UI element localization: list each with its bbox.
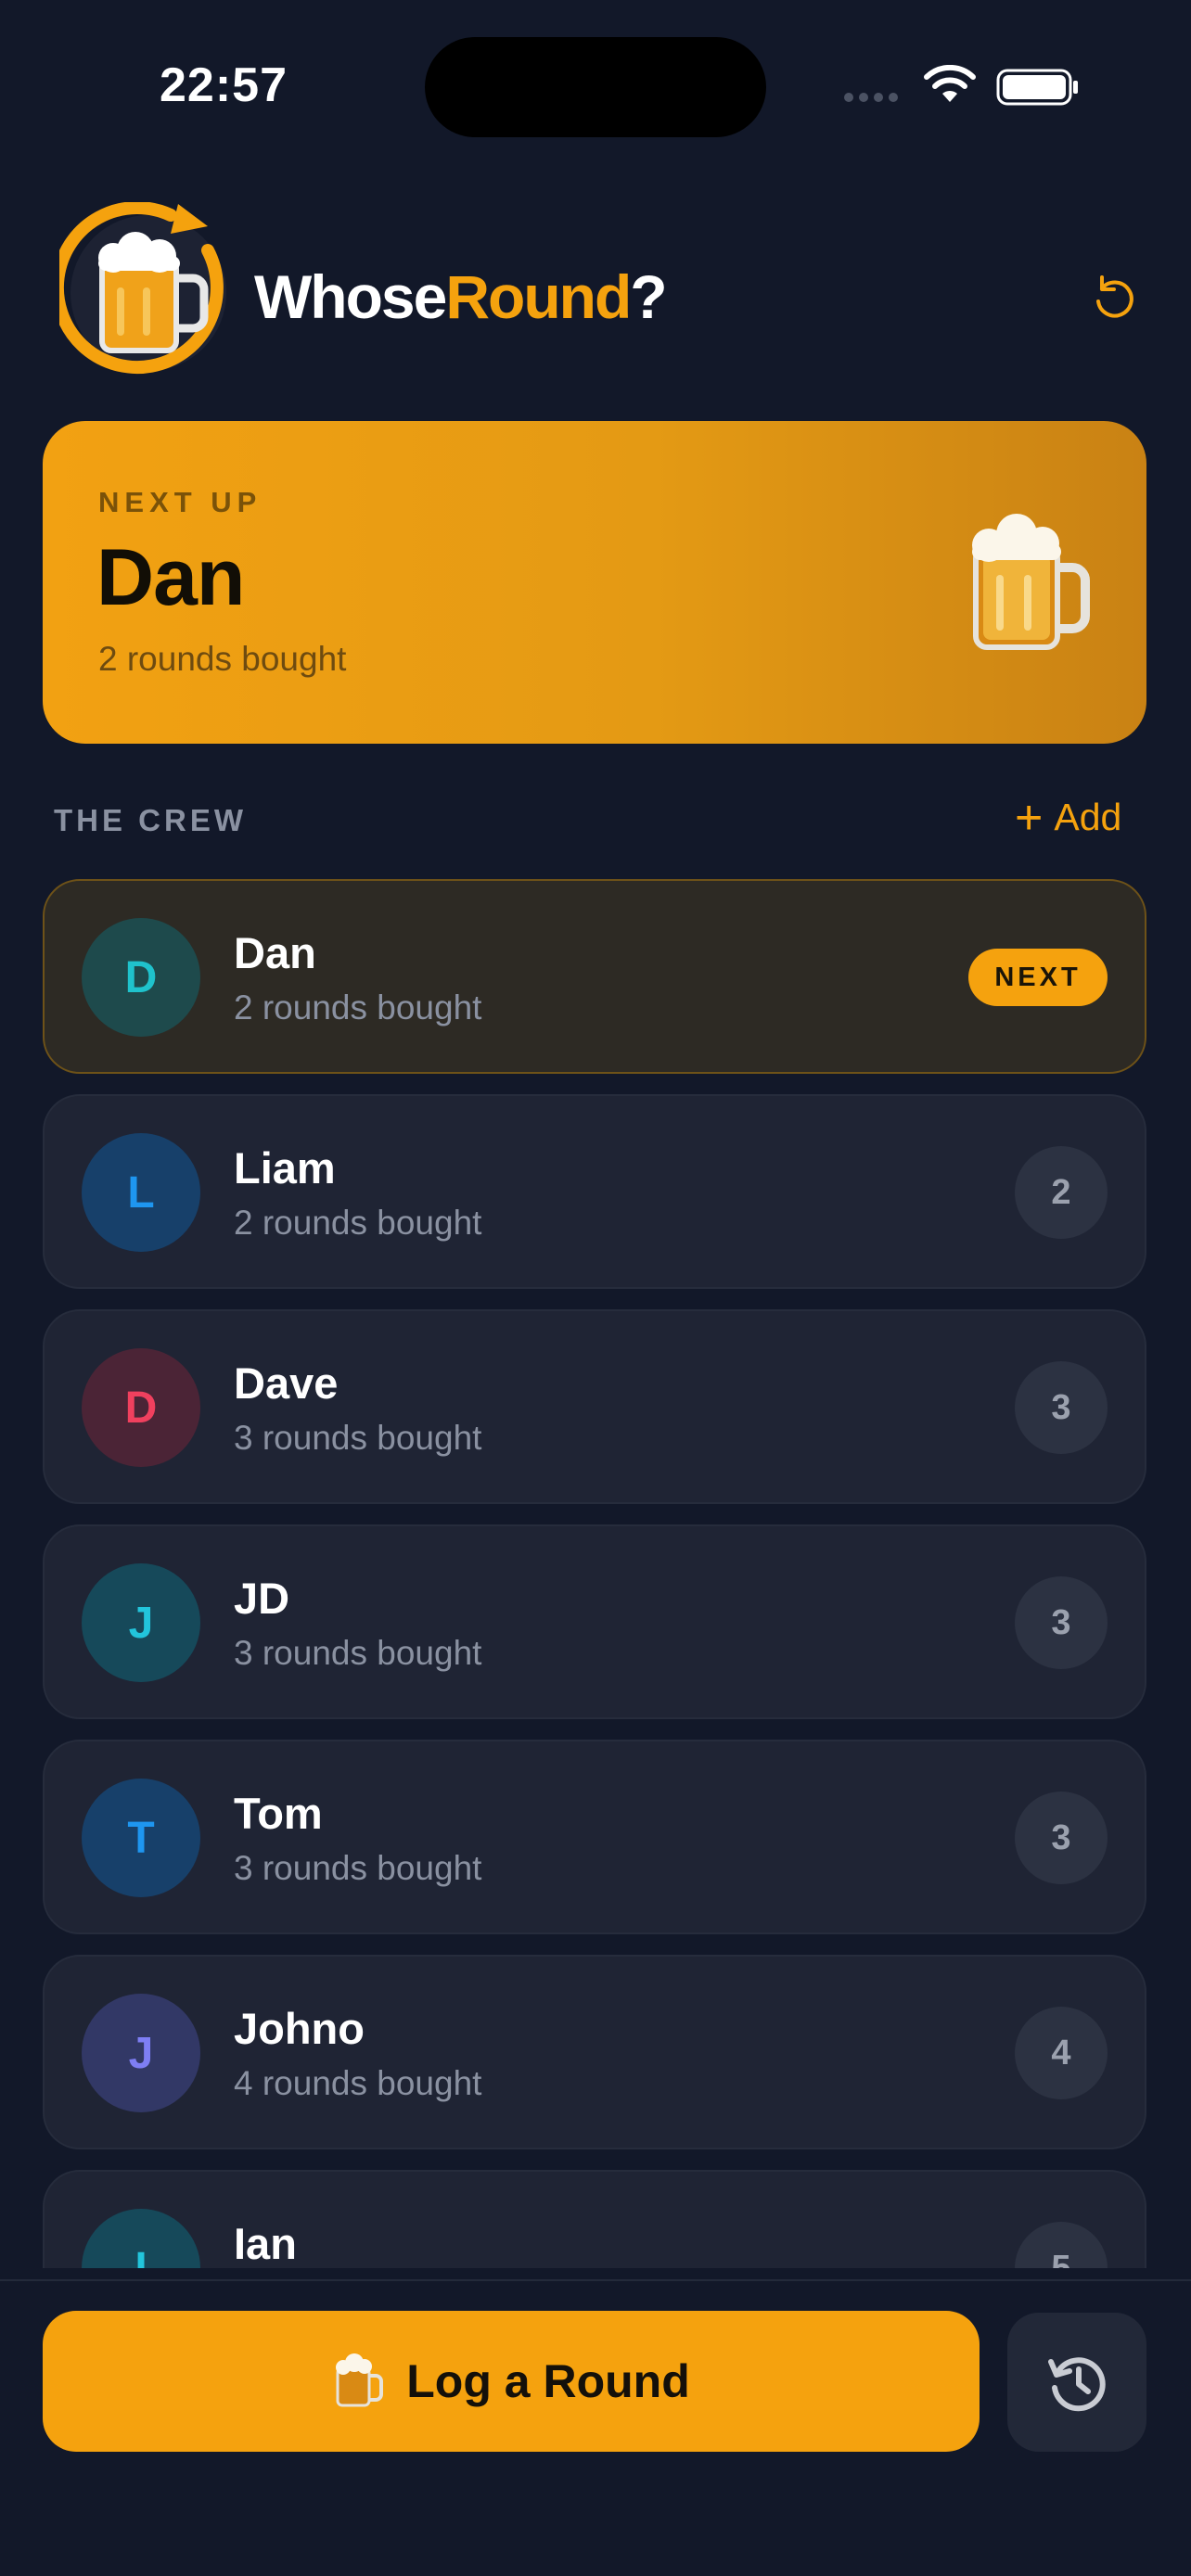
history-button[interactable] bbox=[1007, 2313, 1146, 2452]
app-title-part-1: Whose bbox=[254, 262, 447, 331]
log-round-label: Log a Round bbox=[406, 2355, 690, 2407]
history-icon bbox=[1048, 2357, 1106, 2412]
avatar: J bbox=[82, 1994, 200, 2112]
avatar: D bbox=[82, 918, 200, 1037]
member-name: Dan bbox=[234, 928, 316, 977]
app-logo-icon bbox=[59, 202, 226, 375]
round-count-badge: 3 bbox=[1015, 1361, 1108, 1454]
crew-member-row[interactable]: L Liam 2 rounds bought 2 bbox=[43, 1094, 1146, 1289]
round-count-badge: 3 bbox=[1015, 1576, 1108, 1669]
avatar: L bbox=[82, 1133, 200, 1252]
beer-mug-icon bbox=[336, 2353, 384, 2407]
app-screen: 22:57 WhoseRound? NEXT UP Dan 2 rounds b… bbox=[0, 0, 1191, 2576]
app-title-part-2: Round bbox=[445, 262, 632, 331]
member-rounds-subtitle: 2 rounds bought bbox=[234, 1204, 482, 1242]
crew-section-label: THE CREW bbox=[54, 803, 247, 837]
next-up-name: Dan bbox=[96, 533, 245, 622]
app-title: WhoseRound? bbox=[254, 260, 668, 334]
avatar: D bbox=[82, 1348, 200, 1467]
refresh-icon bbox=[1096, 275, 1133, 318]
member-name: Johno bbox=[234, 2004, 365, 2053]
member-name: Liam bbox=[234, 1143, 336, 1192]
dynamic-island bbox=[425, 37, 766, 137]
member-name: JD bbox=[234, 1574, 290, 1623]
battery-icon bbox=[996, 69, 1078, 106]
status-time: 22:57 bbox=[160, 58, 288, 112]
crew-member-row[interactable]: IIan5 rounds bought5 bbox=[43, 2170, 1146, 2268]
crew-member-row[interactable]: J JD 3 rounds bought 3 bbox=[43, 1524, 1146, 1719]
wifi-icon bbox=[924, 65, 976, 102]
log-round-button[interactable]: Log a Round bbox=[43, 2311, 980, 2452]
cellular-signal-icon bbox=[844, 93, 898, 102]
next-up-label: NEXT UP bbox=[98, 486, 263, 518]
reset-button[interactable] bbox=[1085, 267, 1143, 325]
add-member-button[interactable]: + Add bbox=[1015, 790, 1122, 845]
crew-list: D Dan 2 rounds bought NEXT L Liam 2 rounds bou… bbox=[0, 877, 1191, 2268]
round-count-badge: 3 bbox=[1015, 1792, 1108, 1884]
avatar: T bbox=[82, 1779, 200, 1897]
add-member-label: Add bbox=[1054, 796, 1122, 838]
avatar: J bbox=[82, 1563, 200, 1682]
member-rounds-subtitle: 4 rounds bought bbox=[234, 2064, 482, 2102]
member-name: Ian bbox=[234, 2219, 297, 2268]
round-count-badge: 4 bbox=[1015, 2007, 1108, 2099]
plus-icon: + bbox=[1015, 790, 1044, 845]
member-name: Tom bbox=[234, 1789, 323, 1838]
member-rounds-subtitle: 3 rounds bought bbox=[234, 1419, 482, 1457]
member-rounds-subtitle: 3 rounds bought bbox=[234, 1634, 482, 1672]
avatar: I bbox=[82, 2209, 200, 2268]
app-title-part-3: ? bbox=[630, 262, 667, 331]
crew-member-row[interactable]: T Tom 3 rounds bought 3 bbox=[43, 1740, 1146, 1934]
bottom-divider bbox=[0, 2279, 1191, 2281]
next-up-card: NEXT UP Dan 2 rounds bought bbox=[43, 421, 1146, 744]
member-rounds-subtitle: 2 rounds bought bbox=[234, 988, 482, 1027]
beer-mug-icon bbox=[972, 514, 1090, 650]
crew-member-row[interactable]: D Dave 3 rounds bought 3 bbox=[43, 1309, 1146, 1504]
crew-member-row[interactable]: D Dan 2 rounds bought NEXT bbox=[43, 879, 1146, 1074]
round-count-badge: 5 bbox=[1015, 2222, 1108, 2268]
round-count-badge: 2 bbox=[1015, 1146, 1108, 1239]
next-badge: NEXT bbox=[968, 949, 1108, 1006]
next-up-subtitle: 2 rounds bought bbox=[98, 640, 347, 678]
member-rounds-subtitle: 3 rounds bought bbox=[234, 1849, 482, 1887]
crew-member-row[interactable]: J Johno 4 rounds bought 4 bbox=[43, 1955, 1146, 2149]
member-name: Dave bbox=[234, 1358, 339, 1408]
